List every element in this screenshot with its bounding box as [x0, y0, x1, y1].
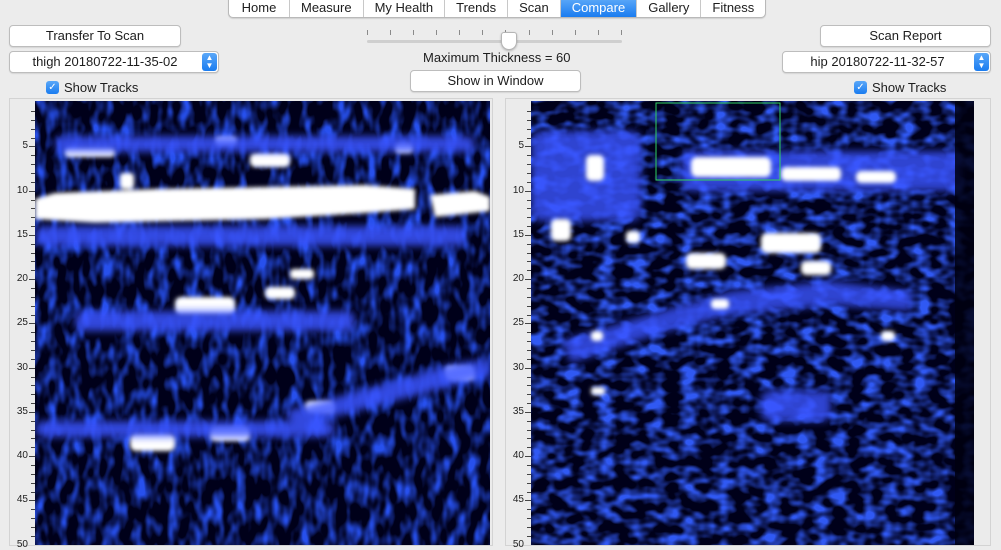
left-show-tracks-checkbox[interactable]: ✓ Show Tracks: [46, 79, 138, 95]
ruler-label: 30: [512, 362, 524, 373]
left-scan-panel: 5 10 15 20 25 30 35 40 45 50: [9, 98, 493, 550]
slider-ticks: [367, 30, 622, 36]
left-scan-select-value: thigh 20180722-11-35-02: [32, 54, 178, 69]
tab-gallery[interactable]: Gallery: [637, 0, 702, 17]
ruler-label: 45: [512, 494, 524, 505]
depth-ruler: 5 10 15 20 25 30 35 40 45 50: [506, 99, 531, 550]
ruler-label: 40: [16, 450, 28, 461]
ruler-label: 10: [512, 185, 524, 196]
ruler-label: 35: [512, 406, 524, 417]
tab-measure[interactable]: Measure: [290, 0, 364, 17]
tab-my-health[interactable]: My Health: [364, 0, 446, 17]
ruler-label: 5: [22, 140, 28, 151]
ruler-label: 40: [512, 450, 524, 461]
right-scan-panel: 5 10 15 20 25 30 35 40 45 50: [505, 98, 991, 550]
ruler-label: 10: [16, 185, 28, 196]
right-ultrasound-svg: [531, 101, 974, 545]
checkmark-icon: ✓: [46, 80, 59, 94]
ruler-label: 25: [512, 317, 524, 328]
max-thickness-slider[interactable]: [367, 30, 622, 52]
right-scan-select[interactable]: hip 20180722-11-32-57 ▲ ▼: [782, 51, 991, 73]
left-show-tracks-label: Show Tracks: [64, 79, 139, 95]
tab-trends[interactable]: Trends: [445, 0, 509, 17]
ruler-label: 20: [16, 273, 28, 284]
ruler-label: 30: [16, 362, 28, 373]
show-in-window-button[interactable]: Show in Window: [410, 70, 581, 92]
left-ultrasound-image[interactable]: [35, 101, 490, 545]
right-show-tracks-label: Show Tracks: [872, 79, 947, 95]
depth-ruler: 5 10 15 20 25 30 35 40 45 50: [10, 99, 35, 550]
right-show-tracks-checkbox[interactable]: ✓ Show Tracks: [854, 79, 946, 95]
ruler-label: 25: [16, 317, 28, 328]
ruler-label: 5: [518, 140, 524, 151]
slider-thumb[interactable]: [501, 32, 517, 50]
slider-track: [367, 40, 622, 43]
ruler-label: 45: [16, 494, 28, 505]
left-ultrasound-svg: [35, 101, 490, 545]
tab-compare[interactable]: Compare: [560, 0, 638, 17]
tab-bar: Home Measure My Health Trends Scan Compare Gal…: [228, 0, 767, 18]
max-thickness-label: Maximum Thickness = 60: [423, 50, 571, 65]
ruler-label: 50: [512, 539, 524, 550]
updown-chevron-icon: ▲ ▼: [974, 53, 989, 71]
transfer-to-scan-button[interactable]: Transfer To Scan: [9, 25, 181, 47]
ruler-label: 20: [512, 273, 524, 284]
left-scan-select[interactable]: thigh 20180722-11-35-02 ▲ ▼: [9, 51, 219, 73]
right-scan-select-value: hip 20180722-11-32-57: [810, 54, 945, 69]
ruler-label: 15: [512, 229, 524, 240]
checkmark-icon: ✓: [854, 80, 867, 94]
ruler-label: 15: [16, 229, 28, 240]
updown-chevron-icon: ▲ ▼: [202, 53, 217, 71]
tab-scan[interactable]: Scan: [508, 0, 561, 17]
ruler-label: 35: [16, 406, 28, 417]
tab-fitness[interactable]: Fitness: [701, 0, 765, 17]
tab-home[interactable]: Home: [229, 0, 290, 17]
scan-report-button[interactable]: Scan Report: [820, 25, 991, 47]
ruler-label: 50: [16, 539, 28, 550]
right-ultrasound-image[interactable]: [531, 101, 974, 545]
